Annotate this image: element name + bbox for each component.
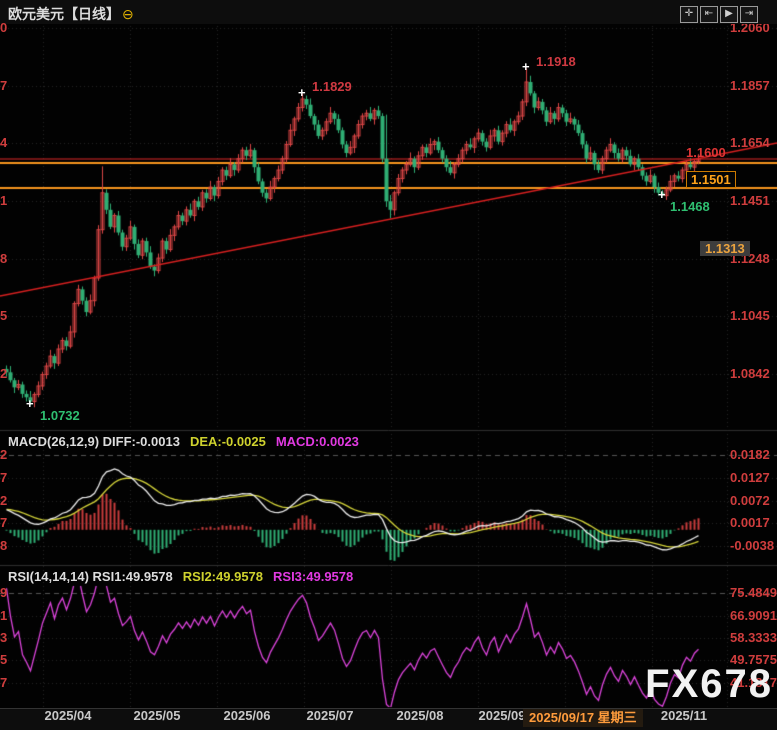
shift-right-icon[interactable]: ⇥ [740,6,758,23]
macd-dea-value: DEA:-0.0025 [190,434,266,449]
crosshair-icon[interactable]: ✛ [680,6,698,23]
chart-canvas[interactable] [0,0,777,730]
macd-diff-value: MACD(26,12,9) DIFF:-0.0013 [8,434,180,449]
rsi-header: RSI(14,14,14) RSI1:49.9578 RSI2:49.9578 RS… [8,569,353,584]
fx678-watermark: FX678 [645,662,773,707]
rsi3-value: RSI3:49.9578 [273,569,353,584]
collapse-icon[interactable]: ⊖ [122,6,134,22]
symbol-title: 欧元美元【日线】⊖ [8,4,134,24]
macd-macd-value: MACD:0.0023 [276,434,359,449]
rsi1-value: RSI(14,14,14) RSI1:49.9578 [8,569,173,584]
compress-x-icon[interactable]: ⇤ [700,6,718,23]
date-axis-bar [0,708,777,730]
rsi2-value: RSI2:49.9578 [183,569,263,584]
play-x-icon[interactable]: ▶ [720,6,738,23]
symbol-title-text: 欧元美元【日线】 [8,6,120,22]
macd-header: MACD(26,12,9) DIFF:-0.0013 DEA:-0.0025 MAC… [8,434,359,449]
chart-window: 欧元美元【日线】⊖ ✛ ⇤ ▶ ⇥ MACD(26,12,9) DIFF:-0.… [0,0,777,730]
